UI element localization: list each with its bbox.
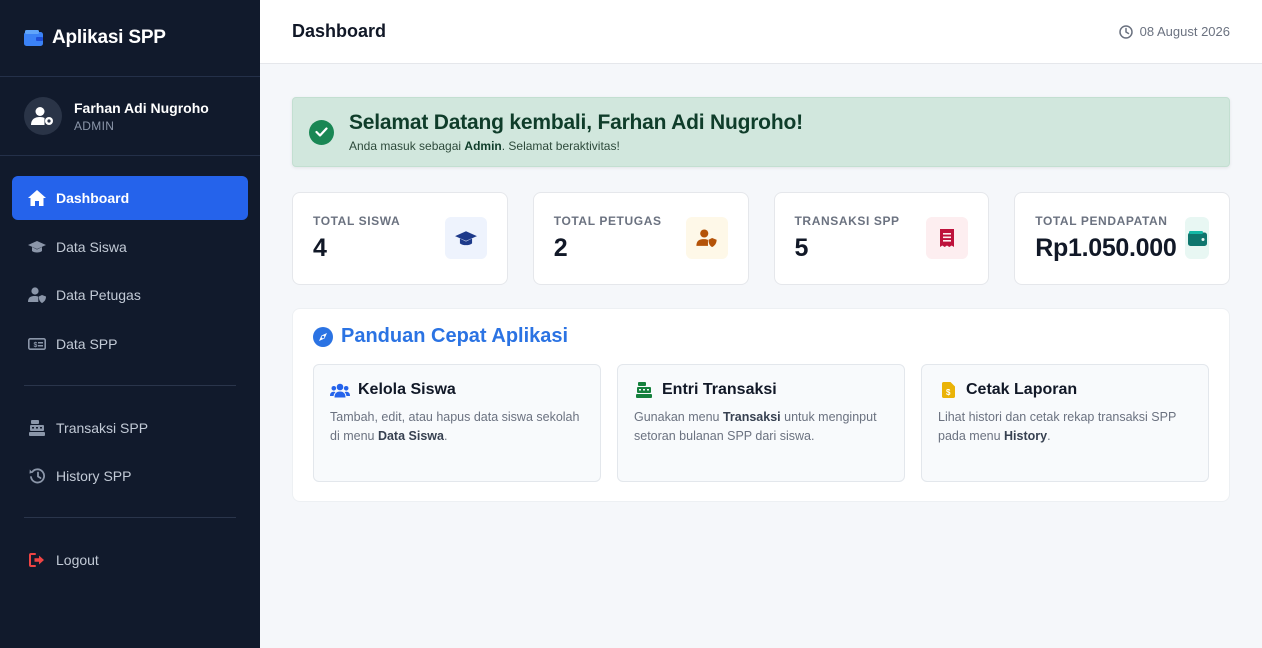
user-profile: Farhan Adi Nugroho ADMIN bbox=[0, 77, 260, 156]
guide-card-kelola-siswa: Kelola Siswa Tambah, edit, atau hapus da… bbox=[313, 364, 601, 482]
sidebar-item-label: Data Petugas bbox=[56, 287, 141, 303]
sidebar-item-transaksi-spp[interactable]: Transaksi SPP bbox=[12, 406, 248, 450]
nav-divider bbox=[24, 384, 236, 386]
user-role: ADMIN bbox=[74, 118, 115, 133]
check-circle-icon bbox=[309, 119, 334, 145]
welcome-text: Anda masuk sebagai Admin. Selamat berakt… bbox=[349, 139, 803, 153]
welcome-title: Selamat Datang kembali, Farhan Adi Nugro… bbox=[349, 111, 803, 134]
logout-label: Logout bbox=[56, 552, 99, 568]
topbar: Dashboard 08 August 2026 bbox=[260, 0, 1262, 64]
sidebar-nav: Dashboard Data Siswa Data Petugas $ Data… bbox=[0, 156, 260, 582]
guide-card-cetak-laporan: $ Cetak Laporan Lihat histori dan cetak … bbox=[921, 364, 1209, 482]
stat-card-total-siswa: TOTAL SISWA 4 bbox=[292, 192, 508, 285]
guide-card-text: Gunakan menu Transaksi untuk menginput s… bbox=[634, 408, 888, 446]
user-shield-icon bbox=[685, 217, 728, 259]
file-invoice-icon: $ bbox=[938, 382, 958, 398]
guide-card-title-text: Entri Transaksi bbox=[662, 381, 777, 398]
sidebar-item-data-petugas[interactable]: Data Petugas bbox=[12, 273, 248, 317]
users-icon bbox=[330, 382, 350, 398]
sidebar-item-data-siswa[interactable]: Data Siswa bbox=[12, 225, 248, 269]
guide-text-part: Lihat histori dan cetak rekap transaksi … bbox=[938, 410, 1177, 443]
guide-card-title: $ Cetak Laporan bbox=[938, 381, 1192, 399]
history-icon bbox=[28, 468, 46, 484]
home-icon bbox=[28, 190, 46, 206]
graduation-cap-icon bbox=[28, 239, 46, 255]
svg-text:$: $ bbox=[34, 342, 38, 349]
brand[interactable]: Aplikasi SPP bbox=[0, 0, 260, 77]
app-title: Aplikasi SPP bbox=[52, 27, 166, 48]
guide-cards: Kelola Siswa Tambah, edit, atau hapus da… bbox=[313, 364, 1209, 482]
stat-card-total-petugas: TOTAL PETUGAS 2 bbox=[532, 192, 749, 285]
sidebar: Aplikasi SPP Farhan Adi Nugroho ADMIN Da… bbox=[0, 0, 260, 648]
welcome-role: Admin bbox=[464, 139, 502, 153]
welcome-alert: Selamat Datang kembali, Farhan Adi Nugro… bbox=[292, 97, 1230, 167]
guide-card-entri-transaksi: Entri Transaksi Gunakan menu Transaksi u… bbox=[617, 364, 905, 482]
guide-text-bold: Data Siswa bbox=[377, 429, 444, 443]
sidebar-item-label: History SPP bbox=[56, 468, 132, 484]
money-bill-icon: $ bbox=[28, 336, 46, 352]
sidebar-item-label: Dashboard bbox=[56, 190, 130, 206]
avatar bbox=[24, 97, 62, 135]
date-text: 08 August 2026 bbox=[1139, 24, 1230, 39]
welcome-text-prefix: Anda masuk sebagai bbox=[349, 139, 465, 153]
user-name: Farhan Adi Nugroho bbox=[74, 99, 209, 116]
compass-icon bbox=[313, 326, 333, 347]
guide-card-title: Entri Transaksi bbox=[634, 381, 888, 399]
guide-text-bold: Transaksi bbox=[722, 410, 781, 424]
sidebar-item-dashboard[interactable]: Dashboard bbox=[12, 176, 248, 220]
stat-value: Rp1.050.000 bbox=[1035, 234, 1177, 262]
nav-divider bbox=[24, 517, 236, 518]
current-date: 08 August 2026 bbox=[1118, 24, 1230, 39]
sidebar-item-label: Data SPP bbox=[56, 335, 118, 352]
guide-text-part: . bbox=[1047, 429, 1051, 443]
cash-register-icon bbox=[28, 419, 46, 436]
user-shield-icon bbox=[28, 287, 46, 303]
sidebar-item-label: Transaksi SPP bbox=[56, 419, 149, 436]
stats-row: TOTAL SISWA 4 TOTAL PETUGAS 2 TRANSAKSI … bbox=[292, 192, 1230, 285]
guide-text-part: . bbox=[443, 429, 448, 443]
svg-text:$: $ bbox=[946, 388, 951, 397]
cash-register-icon bbox=[634, 382, 654, 398]
sidebar-item-label: Data Siswa bbox=[56, 238, 127, 255]
wallet-icon bbox=[24, 30, 43, 46]
sidebar-item-data-spp[interactable]: $ Data SPP bbox=[12, 322, 248, 366]
page-title: Dashboard bbox=[292, 21, 387, 41]
graduation-cap-icon bbox=[444, 217, 487, 259]
guide-title: Panduan Cepat Aplikasi bbox=[313, 325, 1209, 348]
guide-card-title-text: Kelola Siswa bbox=[358, 381, 456, 398]
stat-label: TOTAL PENDAPATAN bbox=[1035, 214, 1168, 228]
guide-text-bold: History bbox=[1004, 429, 1048, 443]
main-content: Selamat Datang kembali, Farhan Adi Nugro… bbox=[292, 97, 1230, 502]
guide-text-part: Gunakan menu bbox=[634, 410, 723, 424]
receipt-icon bbox=[926, 217, 969, 259]
guide-card-text: Lihat histori dan cetak rekap transaksi … bbox=[938, 408, 1192, 446]
user-gear-icon bbox=[31, 107, 53, 125]
clock-icon bbox=[1118, 24, 1133, 39]
quick-guide: Panduan Cepat Aplikasi Kelola Siswa Tamb… bbox=[292, 308, 1230, 502]
wallet-icon bbox=[1185, 217, 1209, 259]
sidebar-item-history-spp[interactable]: History SPP bbox=[12, 454, 248, 498]
logout-button[interactable]: Logout bbox=[12, 538, 248, 582]
welcome-text-suffix: . Selamat beraktivitas! bbox=[501, 139, 620, 153]
logout-icon bbox=[28, 552, 46, 568]
stat-card-transaksi-spp: TRANSAKSI SPP 5 bbox=[773, 192, 990, 285]
guide-text-part: Tambah, edit, atau hapus data siswa seko… bbox=[330, 410, 580, 443]
guide-card-title-text: Cetak Laporan bbox=[966, 381, 1078, 398]
guide-card-title: Kelola Siswa bbox=[330, 381, 584, 399]
guide-title-text: Panduan Cepat Aplikasi bbox=[341, 325, 569, 347]
stat-card-total-pendapatan: TOTAL PENDAPATAN Rp1.050.000 bbox=[1014, 192, 1230, 285]
guide-card-text: Tambah, edit, atau hapus data siswa seko… bbox=[330, 408, 584, 446]
